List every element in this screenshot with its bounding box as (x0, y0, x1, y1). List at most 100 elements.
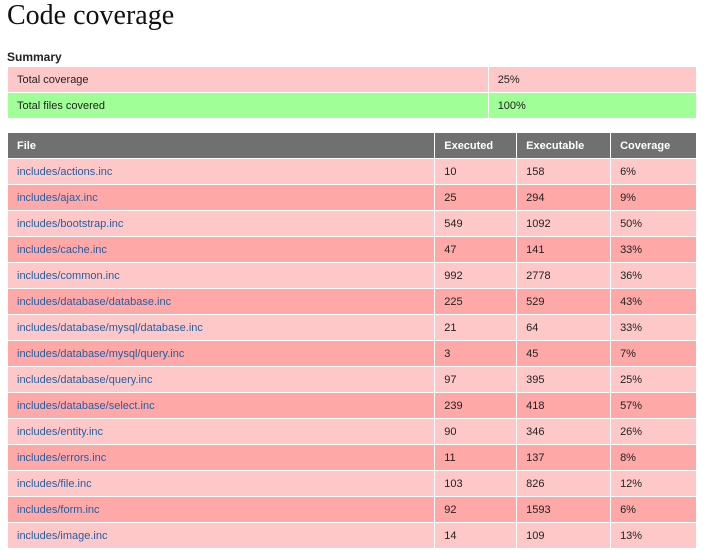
coverage-cell: 50% (610, 210, 697, 237)
file-link[interactable]: includes/bootstrap.inc (17, 218, 123, 230)
table-row: includes/bootstrap.inc 549 1092 50% (6, 210, 697, 237)
executable-cell: 137 (516, 444, 612, 471)
file-link[interactable]: includes/database/query.inc (17, 374, 153, 386)
executed-cell: 549 (434, 210, 518, 237)
table-row: includes/file.inc 103 826 12% (6, 470, 697, 497)
file-link[interactable]: includes/database/mysql/query.inc (17, 348, 184, 360)
file-cell: includes/database/mysql/database.inc (6, 314, 436, 341)
coverage-cell: 33% (610, 236, 697, 263)
table-row: includes/database/query.inc 97 395 25% (6, 366, 697, 393)
coverage-cell: 26% (610, 418, 697, 445)
executable-cell: 294 (516, 184, 612, 211)
file-cell: includes/actions.inc (6, 158, 436, 185)
file-cell: includes/database/mysql/query.inc (6, 340, 436, 367)
file-link[interactable]: includes/common.inc (17, 270, 120, 282)
file-link[interactable]: includes/errors.inc (17, 452, 106, 464)
summary-label: Total files covered (7, 92, 489, 119)
coverage-cell: 25% (610, 366, 697, 393)
executable-cell: 64 (516, 314, 612, 341)
summary-table: Total coverage 25% Total files covered 1… (7, 66, 698, 119)
summary-heading: Summary (7, 50, 62, 64)
file-link[interactable]: includes/database/mysql/database.inc (17, 322, 203, 334)
executed-cell: 14 (434, 522, 518, 549)
executed-cell: 992 (434, 262, 518, 289)
table-row: includes/entity.inc 90 346 26% (6, 418, 697, 445)
column-header-file: File (6, 132, 436, 159)
executed-cell: 3 (434, 340, 518, 367)
file-cell: includes/file.inc (6, 470, 436, 497)
coverage-cell: 13% (610, 522, 697, 549)
coverage-cell: 7% (610, 340, 697, 367)
files-table: File Executed Executable Coverage includ… (6, 132, 697, 549)
table-row: includes/common.inc 992 2778 36% (6, 262, 697, 289)
coverage-cell: 12% (610, 470, 697, 497)
executed-cell: 90 (434, 418, 518, 445)
table-row: includes/database/mysql/query.inc 3 45 7% (6, 340, 697, 367)
column-header-executable: Executable (516, 132, 612, 159)
coverage-cell: 36% (610, 262, 697, 289)
table-row: includes/image.inc 14 109 13% (6, 522, 697, 549)
file-cell: includes/database/database.inc (6, 288, 436, 315)
executable-cell: 45 (516, 340, 612, 367)
executable-cell: 158 (516, 158, 612, 185)
coverage-cell: 43% (610, 288, 697, 315)
summary-value: 25% (487, 66, 698, 93)
executable-cell: 346 (516, 418, 612, 445)
executable-cell: 2778 (516, 262, 612, 289)
executable-cell: 395 (516, 366, 612, 393)
file-cell: includes/form.inc (6, 496, 436, 523)
column-header-coverage: Coverage (610, 132, 697, 159)
coverage-cell: 6% (610, 496, 697, 523)
executed-cell: 25 (434, 184, 518, 211)
file-cell: includes/errors.inc (6, 444, 436, 471)
executed-cell: 239 (434, 392, 518, 419)
executed-cell: 103 (434, 470, 518, 497)
executed-cell: 47 (434, 236, 518, 263)
file-link[interactable]: includes/form.inc (17, 504, 100, 516)
file-link[interactable]: includes/database/database.inc (17, 296, 171, 308)
file-cell: includes/bootstrap.inc (6, 210, 436, 237)
summary-label: Total coverage (7, 66, 489, 93)
page-title: Code coverage (7, 0, 175, 31)
coverage-cell: 8% (610, 444, 697, 471)
file-cell: includes/image.inc (6, 522, 436, 549)
file-link[interactable]: includes/file.inc (17, 478, 92, 490)
table-row: includes/database/database.inc 225 529 43% (6, 288, 697, 315)
file-link[interactable]: includes/database/select.inc (17, 400, 155, 412)
coverage-cell: 33% (610, 314, 697, 341)
file-link[interactable]: includes/image.inc (17, 530, 108, 542)
file-cell: includes/cache.inc (6, 236, 436, 263)
table-row: includes/errors.inc 11 137 8% (6, 444, 697, 471)
table-row: includes/actions.inc 10 158 6% (6, 158, 697, 185)
executed-cell: 225 (434, 288, 518, 315)
table-row: includes/form.inc 92 1593 6% (6, 496, 697, 523)
executable-cell: 109 (516, 522, 612, 549)
file-link[interactable]: includes/actions.inc (17, 166, 112, 178)
executable-cell: 1593 (516, 496, 612, 523)
coverage-cell: 57% (610, 392, 697, 419)
summary-value: 100% (487, 92, 698, 119)
files-table-header-row: File Executed Executable Coverage (6, 132, 697, 159)
executable-cell: 529 (516, 288, 612, 315)
table-row: includes/database/mysql/database.inc 21 64… (6, 314, 697, 341)
file-cell: includes/ajax.inc (6, 184, 436, 211)
executed-cell: 21 (434, 314, 518, 341)
file-link[interactable]: includes/cache.inc (17, 244, 107, 256)
file-cell: includes/database/select.inc (6, 392, 436, 419)
files-table-body: includes/actions.inc 10 158 6% includes/ajax… (6, 158, 697, 549)
file-cell: includes/common.inc (6, 262, 436, 289)
summary-row-total-coverage: Total coverage 25% (7, 66, 698, 93)
file-cell: includes/entity.inc (6, 418, 436, 445)
executed-cell: 10 (434, 158, 518, 185)
table-row: includes/ajax.inc 25 294 9% (6, 184, 697, 211)
coverage-cell: 9% (610, 184, 697, 211)
summary-row-files-covered: Total files covered 100% (7, 92, 698, 119)
executable-cell: 141 (516, 236, 612, 263)
file-link[interactable]: includes/entity.inc (17, 426, 103, 438)
executed-cell: 92 (434, 496, 518, 523)
table-row: includes/database/select.inc 239 418 57% (6, 392, 697, 419)
executable-cell: 826 (516, 470, 612, 497)
file-link[interactable]: includes/ajax.inc (17, 192, 98, 204)
coverage-cell: 6% (610, 158, 697, 185)
table-row: includes/cache.inc 47 141 33% (6, 236, 697, 263)
